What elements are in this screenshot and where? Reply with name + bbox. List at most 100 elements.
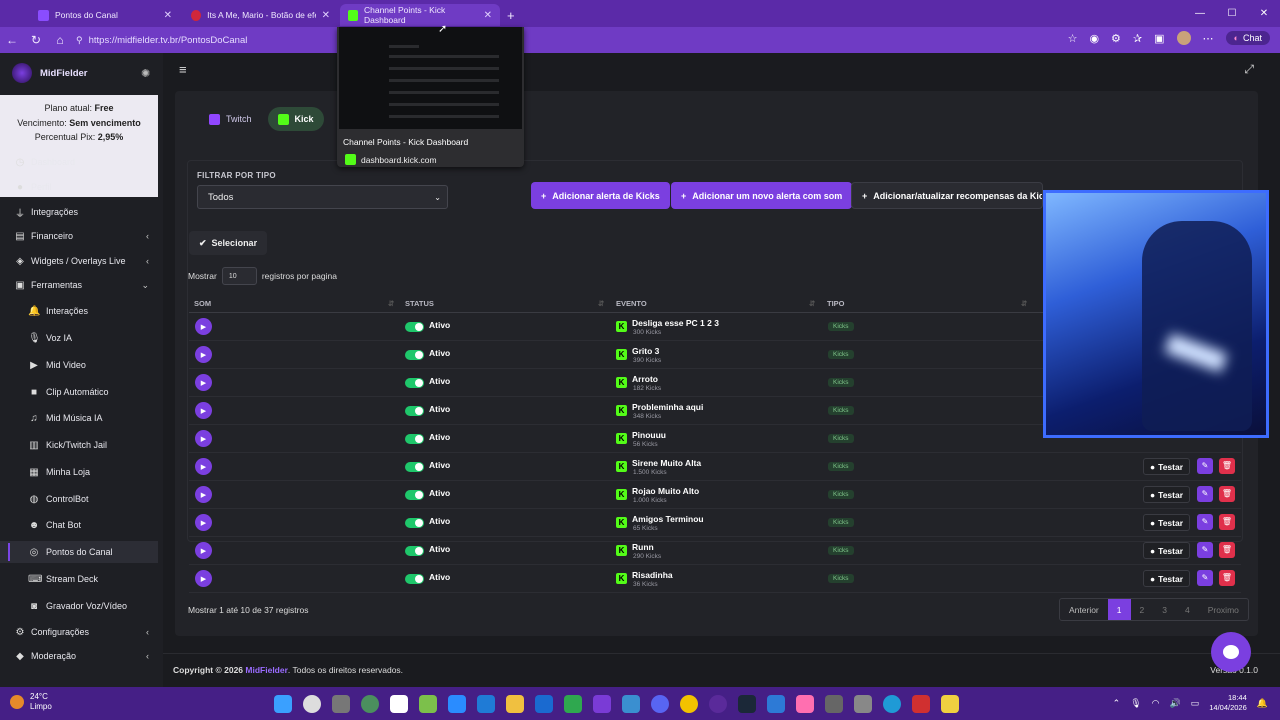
favorites-icon[interactable]: ✰	[1133, 32, 1142, 45]
battery-icon[interactable]: ▭	[1191, 698, 1200, 709]
edit-icon[interactable]: ✎	[1197, 570, 1213, 586]
app-icon[interactable]	[912, 695, 930, 713]
chrome-icon[interactable]	[680, 695, 698, 713]
obsidian-icon[interactable]	[593, 695, 611, 713]
sidebar-item-gravador-voz-video[interactable]: ◙ Gravador Voz/Vídeo	[0, 595, 158, 617]
status-toggle[interactable]	[405, 490, 424, 500]
col-evento[interactable]: EVENTO	[616, 299, 647, 308]
edit-icon[interactable]: ✎	[1197, 542, 1213, 558]
footer-brand-link[interactable]: MidFielder	[245, 665, 288, 675]
puzzle-icon[interactable]: ⚙	[1111, 32, 1121, 45]
wifi-icon[interactable]: ◠	[1152, 698, 1160, 709]
app-icon[interactable]	[535, 695, 553, 713]
pager-page[interactable]: 4	[1176, 599, 1199, 620]
new-tab-button[interactable]: +	[503, 4, 523, 26]
play-sound-button[interactable]: ▶	[195, 486, 212, 503]
trash-icon[interactable]: 🗑	[1219, 486, 1235, 502]
vscode-icon[interactable]	[477, 695, 495, 713]
collections-icon[interactable]: ▣	[1154, 32, 1164, 45]
sort-icon[interactable]: ⇵	[809, 299, 815, 308]
brand[interactable]: MidFielder	[12, 63, 88, 83]
sidebar-item-controlbot[interactable]: ◍ ControlBot	[0, 488, 158, 510]
select-button[interactable]: ✔ Selecionar	[189, 231, 268, 255]
edge-icon[interactable]	[883, 695, 901, 713]
settings-icon[interactable]	[825, 695, 843, 713]
copilot-chat-button[interactable]: ◐ Chat	[1225, 31, 1270, 45]
chevron-left-icon[interactable]: ‹	[146, 256, 149, 266]
status-toggle[interactable]	[405, 546, 424, 556]
sidebar-item-minha-loja[interactable]: ▦ Minha Loja	[0, 461, 158, 483]
status-toggle[interactable]	[405, 350, 424, 360]
chevron-down-icon[interactable]: ⌄	[141, 280, 149, 291]
chevron-left-icon[interactable]: ‹	[146, 651, 149, 661]
discord-icon[interactable]	[651, 695, 669, 713]
play-sound-button[interactable]: ▶	[195, 318, 212, 335]
play-sound-button[interactable]: ▶	[195, 514, 212, 531]
test-button[interactable]: ● Testar	[1143, 458, 1191, 475]
edit-icon[interactable]: ✎	[1197, 514, 1213, 530]
pager-next[interactable]: Proximo	[1199, 599, 1248, 620]
sort-icon[interactable]: ⇵	[598, 299, 604, 308]
chevron-left-icon[interactable]: ‹	[146, 627, 149, 637]
play-sound-button[interactable]: ▶	[195, 346, 212, 363]
sidebar-item-interacoes[interactable]: 🔔 Interações	[0, 300, 158, 322]
sidebar-item-widgets-overlays-live[interactable]: ◈ Widgets / Overlays Live ‹	[0, 250, 158, 272]
status-toggle[interactable]	[405, 434, 424, 444]
weather-widget[interactable]: 24°C Limpo	[10, 692, 52, 712]
obs-icon[interactable]	[709, 695, 727, 713]
edit-icon[interactable]: ✎	[1197, 458, 1213, 474]
site-info-icon[interactable]: ⚲	[76, 35, 83, 46]
close-tab-icon[interactable]: ✕	[322, 10, 330, 21]
page-length-input[interactable]: 10	[221, 267, 257, 285]
sidebar-item-chat-bot[interactable]: ☻ Chat Bot	[0, 514, 158, 536]
play-sound-button[interactable]: ▶	[195, 374, 212, 391]
app-icon[interactable]	[941, 695, 959, 713]
col-tipo[interactable]: TIPO	[827, 299, 845, 308]
status-toggle[interactable]	[405, 462, 424, 472]
sort-icon[interactable]: ⇵	[388, 299, 394, 308]
status-toggle[interactable]	[405, 378, 424, 388]
filter-type-select[interactable]: Todos ⌄	[197, 185, 448, 209]
trash-icon[interactable]: 🗑	[1219, 542, 1235, 558]
test-button[interactable]: ● Testar	[1143, 486, 1191, 503]
notifications-icon[interactable]: 🔔	[1257, 698, 1268, 709]
status-toggle[interactable]	[405, 406, 424, 416]
maximize-icon[interactable]: ☐	[1216, 8, 1248, 19]
tab-pontos-do-canal[interactable]: Pontos do Canal ✕	[30, 4, 180, 26]
sidebar-item-ferramentas[interactable]: ▣ Ferramentas ⌄	[0, 274, 158, 296]
sidebar-item-financeiro[interactable]: ▤ Financeiro ‹	[0, 225, 158, 247]
col-status[interactable]: STATUS	[405, 299, 434, 308]
fullscreen-icon[interactable]: ⤢	[1244, 62, 1254, 77]
xbox-icon[interactable]	[564, 695, 582, 713]
notepad-icon[interactable]	[419, 695, 437, 713]
back-icon[interactable]: ←	[0, 33, 24, 47]
add-kicks-alert-button[interactable]: + Adicionar alerta de Kicks	[531, 182, 670, 209]
play-sound-button[interactable]: ▶	[195, 542, 212, 559]
tab-twitch[interactable]: Twitch	[199, 107, 262, 131]
trash-icon[interactable]: 🗑	[1219, 570, 1235, 586]
sidebar-item-perfil[interactable]: ● Perfil	[0, 176, 158, 198]
close-window-icon[interactable]: ✕	[1248, 8, 1280, 19]
clock[interactable]: 18:44 14/04/2026	[1209, 693, 1247, 713]
pager-page[interactable]: 2	[1131, 599, 1154, 620]
status-toggle[interactable]	[405, 322, 424, 332]
chevron-left-icon[interactable]: ‹	[146, 231, 149, 241]
theme-gear-icon[interactable]: ✺	[141, 67, 150, 80]
sidebar-item-configuracoes[interactable]: ⚙ Configurações ‹	[0, 621, 158, 643]
sidebar-item-mid-musica-ia[interactable]: ♫ Mid Música IA	[0, 407, 158, 429]
file-explorer-icon[interactable]	[506, 695, 524, 713]
test-button[interactable]: ● Testar	[1143, 570, 1191, 587]
sort-icon[interactable]: ⇵	[1021, 299, 1027, 308]
minimize-icon[interactable]: —	[1184, 8, 1216, 19]
sidebar-item-voz-ia[interactable]: 🎙 Voz IA	[0, 327, 158, 349]
play-sound-button[interactable]: ▶	[195, 430, 212, 447]
tab-kick[interactable]: Kick	[267, 107, 324, 131]
photos-icon[interactable]	[622, 695, 640, 713]
steam-icon[interactable]	[738, 695, 756, 713]
sidebar-item-pontos-do-canal[interactable]: ◎ Pontos do Canal	[0, 541, 158, 563]
profile-avatar[interactable]	[1176, 31, 1191, 45]
pager-page[interactable]: 3	[1153, 599, 1176, 620]
sidebar-item-mid-video[interactable]: ▶ Mid Video	[0, 354, 158, 376]
volume-icon[interactable]: 🔊	[1170, 698, 1181, 709]
reload-icon[interactable]: ↻	[24, 33, 48, 47]
